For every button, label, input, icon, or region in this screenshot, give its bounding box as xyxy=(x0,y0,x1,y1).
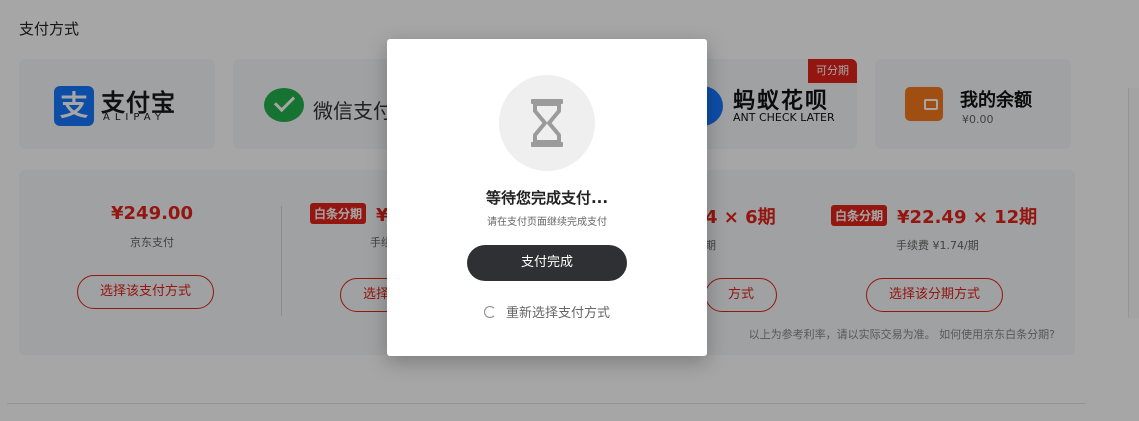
payment-waiting-dialog: 等待您完成支付... 请在支付页面继续完成支付 支付完成 重新选择支付方式 xyxy=(387,39,707,356)
hourglass-circle xyxy=(499,75,595,171)
dialog-title: 等待您完成支付... xyxy=(485,189,609,207)
payment-done-button[interactable]: 支付完成 xyxy=(467,245,627,281)
refresh-icon xyxy=(483,306,496,318)
hourglass-icon xyxy=(531,99,563,147)
dialog-description: 请在支付页面继续完成支付 xyxy=(487,217,607,228)
reselect-label: 重新选择支付方式 xyxy=(505,306,610,321)
reselect-payment-link[interactable]: 重新选择支付方式 xyxy=(387,302,707,321)
